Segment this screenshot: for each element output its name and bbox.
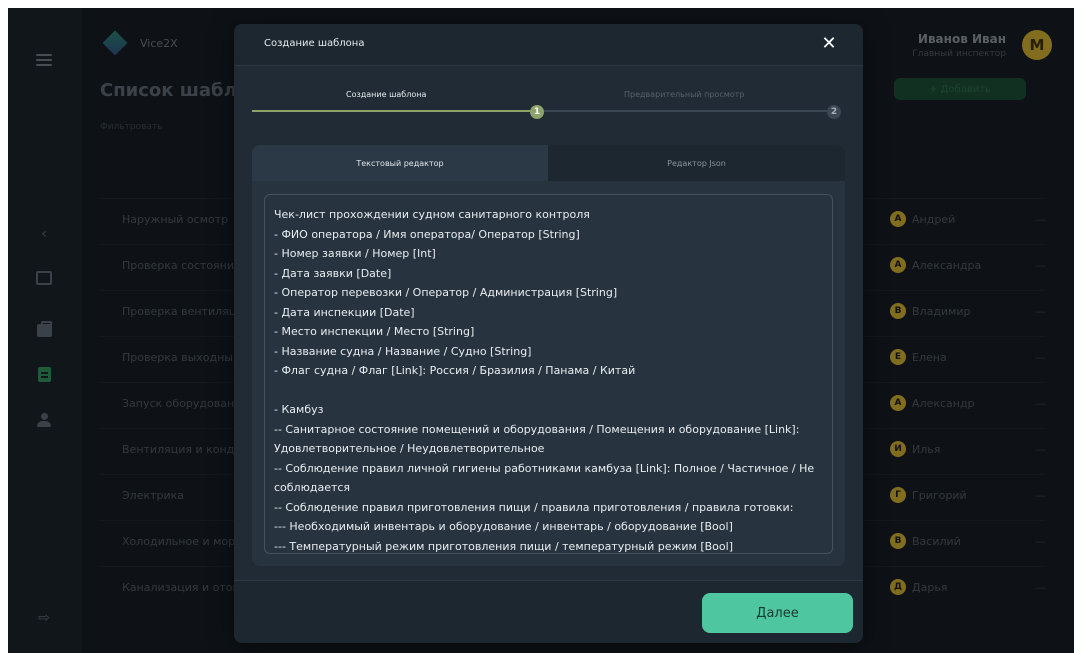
editor-line: - Флаг судна / Флаг [Link]: Россия / Бра… [274,364,636,377]
editor-line: - Дата инспекции [Date] [274,305,415,319]
next-button[interactable]: Далее [702,593,853,633]
template-text-editor[interactable]: Чек-лист прохождении судном санитарного … [264,194,833,554]
step-1-progress [252,110,530,112]
editor-line: --- Необходимый инвентарь и оборудование… [274,520,733,533]
step-1-label: Создание шаблона [346,90,427,99]
editor-line: - Название судна / Название / Судно [Str… [274,344,532,358]
editor-line: -- Санитарное состояние помещений и обор… [274,422,800,436]
editor-line: соблюдается [274,481,351,494]
editor-line: --- Температурный режим приготовления пи… [274,539,733,553]
step-1-number: 1 [530,105,544,119]
tab-text-editor[interactable]: Текстовый редактор [252,145,548,181]
step-2-track [544,110,827,112]
editor-line: Чек-лист прохождении судном санитарного … [274,208,590,221]
app-screen: ‹ ⇨ Vice2X Иванов Иван Главный инспектор… [8,8,1074,653]
modal-header: Создание шаблона ✕ [234,24,863,66]
close-icon[interactable]: ✕ [819,34,839,54]
step-2-label: Предварительный просмотр [624,90,745,99]
step-2-number: 2 [827,105,841,119]
editor-line: -- Соблюдение правил приготовления пищи … [274,500,794,514]
editor-line: -- Соблюдение правил личной гигиены рабо… [274,461,815,475]
editor-line: - Камбуз [274,403,324,416]
create-template-modal: Создание шаблона ✕ Создание шаблона Пред… [234,24,863,643]
editor-card: Текстовый редактор Редактор Json Чек-лис… [252,145,845,566]
editor-line: - Дата заявки [Date] [274,266,392,280]
tab-json-editor[interactable]: Редактор Json [548,145,845,181]
modal-title: Создание шаблона [264,38,365,49]
editor-line: - Место инспекции / Место [String] [274,325,475,338]
modal-footer: Далее [234,580,863,643]
editor-line: - Номер заявки / Номер [Int] [274,247,436,260]
editor-line: Удовлетворительное / Неудовлетворительно… [274,442,545,455]
editor-line: - Оператор перевозки / Оператор / Админи… [274,286,618,299]
editor-line: - ФИО оператора / Имя оператора/ Операто… [274,227,580,241]
